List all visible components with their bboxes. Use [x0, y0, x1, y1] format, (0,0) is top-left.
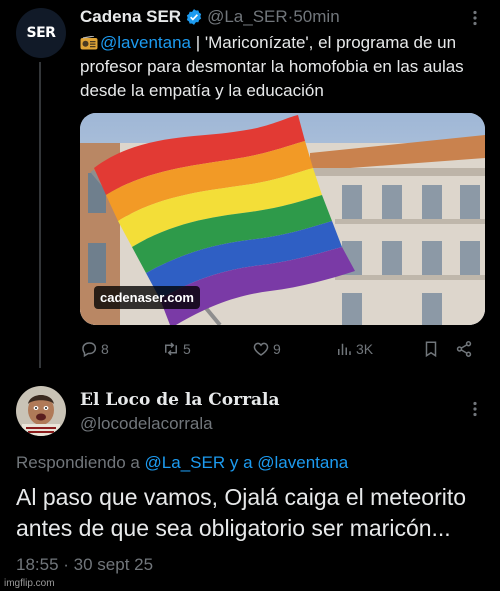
- watermark: imgflip.com: [4, 578, 55, 589]
- replying-prefix: Respondiendo a: [16, 453, 145, 472]
- replying-user-2[interactable]: @laventana: [257, 453, 348, 472]
- radio-icon: [80, 36, 98, 50]
- avatar-logo-text: SER: [26, 25, 56, 41]
- views-icon: [338, 343, 351, 355]
- mention-link[interactable]: @laventana: [100, 33, 191, 52]
- author-handle[interactable]: @La_SER: [207, 7, 288, 27]
- tweet-header: Cadena SER @La_SER · 50min: [80, 6, 340, 28]
- reply-action[interactable]: 8: [80, 338, 109, 360]
- bookmark-icon: [425, 341, 437, 358]
- tweet-actions: 8 5 9 3K: [80, 338, 485, 360]
- views-action[interactable]: 3K: [335, 338, 373, 360]
- reply-text: Al paso que vamos, Ojalá caiga el meteor…: [16, 484, 467, 541]
- author-name[interactable]: Cadena SER: [80, 7, 181, 27]
- timestamp-separator: ·: [58, 555, 74, 574]
- like-icon: [253, 342, 269, 356]
- media-source-label[interactable]: cadenaser.com: [94, 286, 200, 309]
- thread-line: [39, 62, 41, 368]
- avatar-photo: [16, 386, 66, 436]
- replying-to: Respondiendo a @La_SER y a @laventana: [16, 453, 348, 473]
- like-count: 9: [273, 341, 281, 357]
- like-action[interactable]: 9: [252, 338, 281, 360]
- avatar-cadena-ser[interactable]: SER: [16, 8, 66, 58]
- reply-time: 18:55: [16, 555, 59, 574]
- share-icon: [456, 341, 472, 357]
- verified-icon: [186, 9, 202, 25]
- reply-timestamp[interactable]: 18:55 · 30 sept 25: [16, 555, 153, 575]
- replying-user-1[interactable]: @La_SER: [145, 453, 226, 472]
- reply-author-name[interactable]: El Loco de la Corrala: [80, 390, 280, 410]
- repost-count: 5: [183, 341, 191, 357]
- reply-author-handle[interactable]: @locodelacorrala: [80, 414, 213, 434]
- time-ago[interactable]: 50min: [293, 7, 339, 27]
- tweet-media-image[interactable]: cadenaser.com: [80, 113, 485, 325]
- more-icon[interactable]: [466, 400, 484, 418]
- repost-action[interactable]: 5: [162, 338, 191, 360]
- reply-date: 30 sept 25: [73, 555, 154, 574]
- avatar-loco-de-la-corrala[interactable]: [16, 386, 66, 436]
- bookmark-action[interactable]: [422, 338, 443, 360]
- views-count: 3K: [356, 341, 374, 357]
- tweet-text: @laventana | 'Mariconízate', el programa…: [80, 31, 492, 103]
- reply-icon: [82, 342, 97, 358]
- reply-count: 8: [101, 341, 109, 357]
- replying-join: y a: [225, 453, 258, 472]
- share-action[interactable]: [455, 338, 476, 360]
- repost-icon: [165, 342, 177, 356]
- more-icon[interactable]: [466, 9, 484, 27]
